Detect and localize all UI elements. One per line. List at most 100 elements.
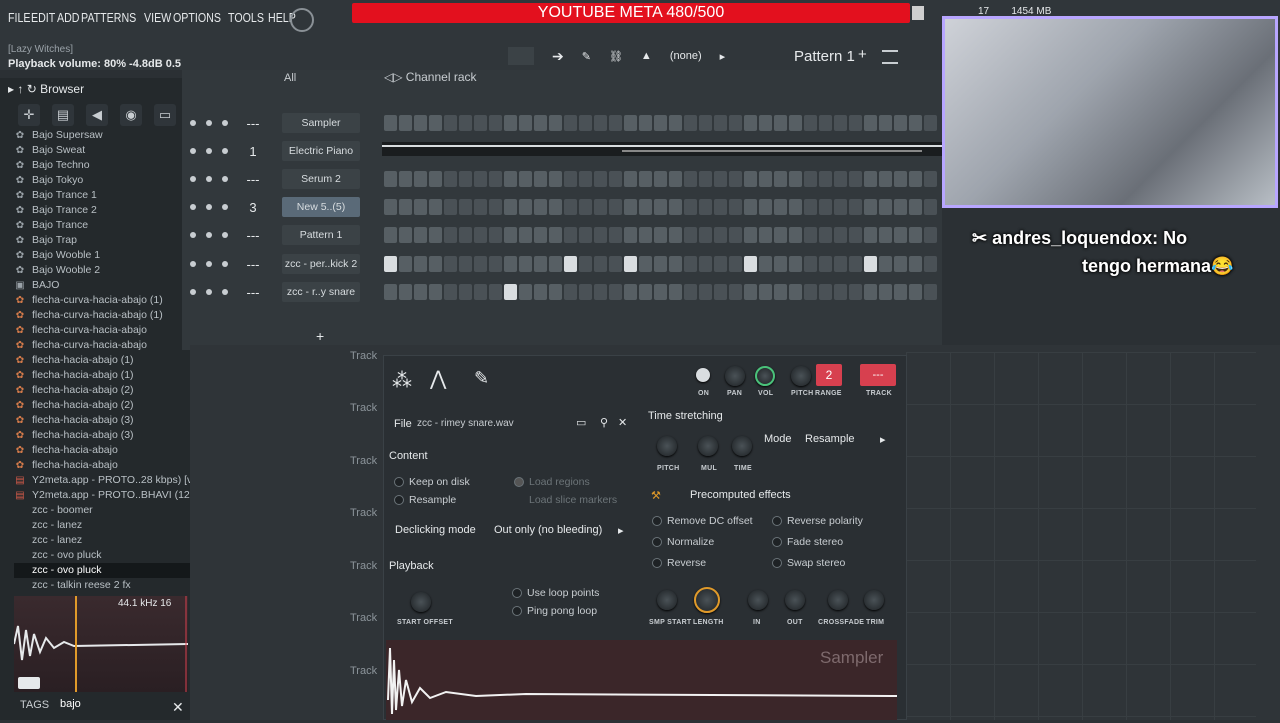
step-button[interactable] xyxy=(909,115,922,131)
step-button[interactable] xyxy=(639,227,652,243)
step-button[interactable] xyxy=(519,115,532,131)
mixer-icon[interactable] xyxy=(222,120,228,126)
speaker-icon[interactable]: ◀ xyxy=(86,104,108,126)
step-button[interactable] xyxy=(864,284,877,300)
step-button[interactable] xyxy=(429,227,442,243)
step-button[interactable] xyxy=(384,227,397,243)
step-button[interactable] xyxy=(774,284,787,300)
tags-value[interactable]: bajo xyxy=(60,698,81,710)
step-button[interactable] xyxy=(564,256,577,272)
step-button[interactable] xyxy=(399,199,412,215)
step-button[interactable] xyxy=(384,115,397,131)
step-button[interactable] xyxy=(774,256,787,272)
step-button[interactable] xyxy=(504,256,517,272)
step-button[interactable] xyxy=(624,199,637,215)
browser-item[interactable]: zcc - lanez xyxy=(14,518,190,533)
effect-radio[interactable] xyxy=(772,516,782,526)
step-button[interactable] xyxy=(414,227,427,243)
mute-led[interactable] xyxy=(190,232,196,238)
step-button[interactable] xyxy=(594,115,607,131)
step-button[interactable] xyxy=(384,284,397,300)
mode-dropdown[interactable]: Resample xyxy=(805,433,855,445)
step-button[interactable] xyxy=(834,171,847,187)
step-button[interactable] xyxy=(399,284,412,300)
menu-icon[interactable] xyxy=(882,50,898,64)
step-button[interactable] xyxy=(399,115,412,131)
step-button[interactable] xyxy=(729,256,742,272)
mute-led[interactable] xyxy=(190,120,196,126)
step-button[interactable] xyxy=(534,227,547,243)
step-button[interactable] xyxy=(474,171,487,187)
step-button[interactable] xyxy=(804,115,817,131)
step-button[interactable] xyxy=(804,171,817,187)
step-button[interactable] xyxy=(474,227,487,243)
step-button[interactable] xyxy=(714,256,727,272)
browser-item[interactable]: ✿ Bajo Wooble 2 xyxy=(14,263,190,278)
step-button[interactable] xyxy=(819,227,832,243)
step-button[interactable] xyxy=(624,256,637,272)
browser-item[interactable]: zcc - boomer xyxy=(14,503,190,518)
mixer-icon[interactable] xyxy=(222,289,228,295)
step-button[interactable] xyxy=(924,284,937,300)
step-button[interactable] xyxy=(444,171,457,187)
brush-icon[interactable]: ✎ xyxy=(582,50,591,63)
step-button[interactable] xyxy=(579,256,592,272)
step-button[interactable] xyxy=(594,171,607,187)
browser-item[interactable]: ✿ Bajo Techno xyxy=(14,158,190,173)
step-button[interactable] xyxy=(489,199,502,215)
step-button[interactable] xyxy=(549,199,562,215)
step-button[interactable] xyxy=(789,284,802,300)
step-button[interactable] xyxy=(879,227,892,243)
track-button[interactable]: --- xyxy=(860,364,896,386)
step-button[interactable] xyxy=(549,256,562,272)
step-button[interactable] xyxy=(579,199,592,215)
step-button[interactable] xyxy=(489,284,502,300)
step-button[interactable] xyxy=(924,115,937,131)
step-button[interactable] xyxy=(909,171,922,187)
step-button[interactable] xyxy=(639,256,652,272)
resample-radio[interactable] xyxy=(394,495,404,505)
step-button[interactable] xyxy=(654,284,667,300)
step-button[interactable] xyxy=(489,227,502,243)
step-button[interactable] xyxy=(714,171,727,187)
step-button[interactable] xyxy=(744,284,757,300)
mixer-icon[interactable] xyxy=(222,148,228,154)
ts-mul-knob[interactable] xyxy=(698,436,718,456)
browser-item[interactable]: ✿ flecha-curva-hacia-abajo (1) xyxy=(14,308,190,323)
menu-file[interactable]: FILE xyxy=(8,10,31,25)
step-button[interactable] xyxy=(909,199,922,215)
step-button[interactable] xyxy=(684,227,697,243)
step-button[interactable] xyxy=(444,199,457,215)
mute-led[interactable] xyxy=(190,176,196,182)
menu-view[interactable]: VIEW xyxy=(144,10,171,25)
tempo-knob[interactable] xyxy=(290,8,314,32)
track-label[interactable]: Track xyxy=(350,350,377,362)
step-button[interactable] xyxy=(849,256,862,272)
step-button[interactable] xyxy=(429,199,442,215)
vol-knob[interactable] xyxy=(755,366,775,386)
step-button[interactable] xyxy=(519,284,532,300)
step-button[interactable] xyxy=(504,115,517,131)
folder-icon[interactable]: ▭ xyxy=(154,104,176,126)
step-button[interactable] xyxy=(639,115,652,131)
step-button[interactable] xyxy=(594,227,607,243)
step-button[interactable] xyxy=(909,284,922,300)
mixer-track-number[interactable]: --- xyxy=(238,228,268,243)
menu-patterns[interactable]: PATTERNS xyxy=(81,10,136,25)
step-button[interactable] xyxy=(444,284,457,300)
step-button[interactable] xyxy=(894,227,907,243)
add-pattern-button[interactable]: + xyxy=(858,46,867,63)
browser-item[interactable]: ✿ flecha-hacia-abajo (3) xyxy=(14,413,190,428)
mixer-icon[interactable] xyxy=(222,232,228,238)
envelope-icon[interactable]: ⋀ xyxy=(430,366,446,391)
step-button[interactable] xyxy=(549,284,562,300)
step-button[interactable] xyxy=(564,115,577,131)
step-button[interactable] xyxy=(429,284,442,300)
play-arrow-icon[interactable]: ▸ xyxy=(720,50,726,63)
mute-led[interactable] xyxy=(190,289,196,295)
browser-item[interactable]: ✿ Bajo Tokyo xyxy=(14,173,190,188)
menu-options[interactable]: OPTIONS xyxy=(173,10,221,25)
ping-pong-radio[interactable] xyxy=(512,606,522,616)
solo-button[interactable] xyxy=(206,232,212,238)
browser-item[interactable]: ✿ flecha-curva-hacia-abajo xyxy=(14,323,190,338)
